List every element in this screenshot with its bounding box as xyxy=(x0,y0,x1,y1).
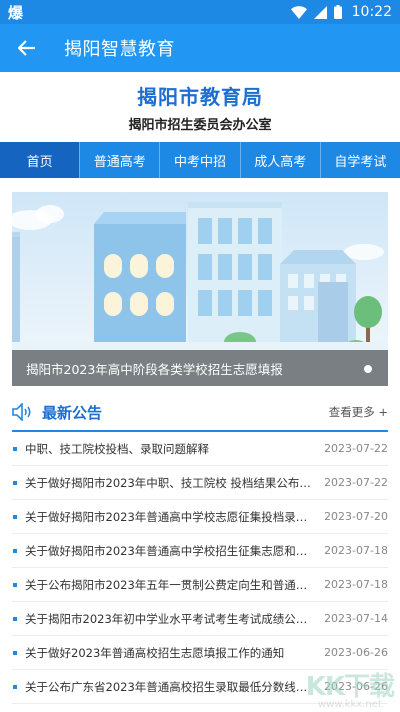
notice-date: 2023-07-14 xyxy=(324,612,388,625)
watermark: KK下载 www.kkx.net xyxy=(305,666,395,710)
list-item[interactable]: 中职、技工院校投档、录取问题解释 2023-07-22 xyxy=(12,432,388,466)
watermark-url: www.kkx.net xyxy=(317,699,382,710)
notice-text: 关于揭阳市2023年初中学业水平考试考生考试成绩公布有关事项的通知 xyxy=(25,611,312,626)
banner-caption: 揭阳市2023年高中阶段各类学校招生志愿填报 xyxy=(12,350,388,386)
org-name: 揭阳市教育局 xyxy=(137,85,263,109)
bullet-icon xyxy=(13,446,17,451)
notification-icon: 爆 xyxy=(8,3,24,22)
org-header: 揭阳市教育局 揭阳市招生委员会办公室 xyxy=(0,72,400,142)
notice-header: 最新公告 查看更多 + xyxy=(12,398,388,432)
notice-date: 2023-07-22 xyxy=(324,476,388,489)
bullet-icon xyxy=(13,514,17,519)
carousel-indicator[interactable] xyxy=(364,365,372,373)
status-time: 10:22 xyxy=(351,4,392,20)
notice-date: 2023-07-20 xyxy=(324,510,388,523)
battery-icon xyxy=(333,5,342,19)
notice-date: 2023-06-26 xyxy=(324,646,388,659)
notice-date: 2023-07-18 xyxy=(324,578,388,591)
notice-text: 中职、技工院校投档、录取问题解释 xyxy=(25,441,209,456)
tab-home[interactable]: 首页 xyxy=(0,142,80,178)
tab-zhongkao[interactable]: 中考中招 xyxy=(159,142,239,178)
notice-title: 最新公告 xyxy=(42,403,103,422)
tab-self-study-exam[interactable]: 自学考试 xyxy=(319,142,400,178)
view-more-link[interactable]: 查看更多 + xyxy=(329,404,388,420)
list-item[interactable]: 关于做好揭阳市2023年普通高中学校志愿征集投档录取结果公布的通知 2023-0… xyxy=(12,500,388,534)
app-bar: 揭阳智慧教育 xyxy=(0,24,400,72)
notice-text: 关于做好揭阳市2023年普通高中学校招生征集志愿和录取工作的通知 xyxy=(25,543,312,558)
tab-gaokao[interactable]: 普通高考 xyxy=(79,142,159,178)
notice-text: 关于公布广东省2023年普通高校招生录取最低分数线的通知 xyxy=(25,679,313,694)
list-item[interactable]: 关于公布揭阳市2023年五年一贯制公费定向生和普通高中学校录取分数线的通知 20… xyxy=(12,568,388,602)
notice-date: 2023-07-18 xyxy=(324,544,388,557)
bullet-icon xyxy=(13,616,17,621)
org-subtitle: 揭阳市招生委员会办公室 xyxy=(128,118,272,133)
notice-text: 关于公布揭阳市2023年五年一贯制公费定向生和普通高中学校录取分数线的通知 xyxy=(25,577,313,592)
arrow-left-icon xyxy=(18,40,35,56)
list-item[interactable]: 关于揭阳市2023年初中学业水平考试考生考试成绩公布有关事项的通知 2023-0… xyxy=(12,602,388,636)
watermark-logo: KK下载 xyxy=(305,672,395,702)
status-icons: 10:22 xyxy=(290,4,392,20)
notice-text: 关于做好揭阳市2023年中职、技工院校 投档结果公布及新生录取工作的通知 xyxy=(25,475,312,490)
app-title: 揭阳智慧教育 xyxy=(64,39,175,60)
category-nav: 首页 普通高考 中考中招 成人高考 自学考试 xyxy=(0,142,400,178)
notice-date: 2023-07-22 xyxy=(324,442,388,455)
bullet-icon xyxy=(13,548,17,553)
speaker-icon xyxy=(12,403,31,421)
bullet-icon xyxy=(13,480,17,485)
banner-carousel[interactable]: 揭阳市2023年高中阶段各类学校招生志愿填报 xyxy=(12,192,388,386)
bullet-icon xyxy=(13,650,17,655)
status-bar: 爆 10:22 xyxy=(0,0,400,24)
list-item[interactable]: 关于做好2023年普通高校招生志愿填报工作的通知 2023-06-26 xyxy=(12,636,388,670)
signal-icon xyxy=(313,5,327,19)
list-item[interactable]: 关于做好揭阳市2023年普通高中学校招生征集志愿和录取工作的通知 2023-07… xyxy=(12,534,388,568)
notice-text: 关于做好揭阳市2023年普通高中学校志愿征集投档录取结果公布的通知 xyxy=(25,509,312,524)
notice-list: 中职、技工院校投档、录取问题解释 2023-07-22 关于做好揭阳市2023年… xyxy=(12,432,388,704)
wifi-icon xyxy=(290,5,307,19)
bullet-icon xyxy=(13,684,17,689)
notice-text: 关于做好2023年普通高校招生志愿填报工作的通知 xyxy=(25,645,285,660)
tab-adult-exam[interactable]: 成人高考 xyxy=(239,142,320,178)
back-button[interactable] xyxy=(14,35,40,61)
bullet-icon xyxy=(13,582,17,587)
list-item[interactable]: 关于做好揭阳市2023年中职、技工院校 投档结果公布及新生录取工作的通知 202… xyxy=(12,466,388,500)
